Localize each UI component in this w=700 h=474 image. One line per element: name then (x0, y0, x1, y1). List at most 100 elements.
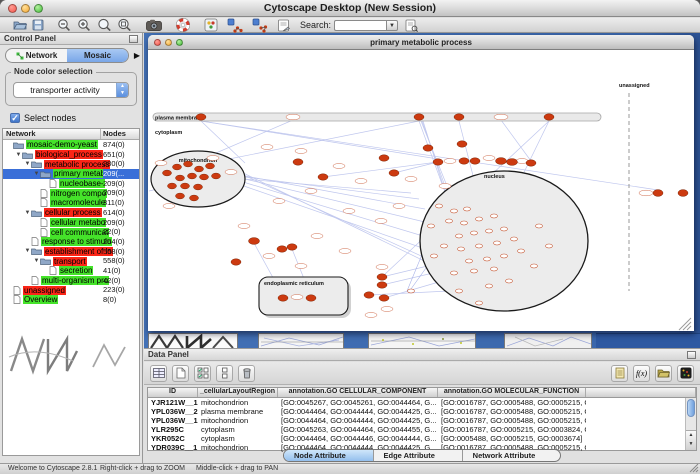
tree-row[interactable]: secretion 41(0) (3, 266, 139, 276)
column-header[interactable]: _cellularLayoutRegion (198, 388, 278, 397)
tree-row[interactable]: unassigned 223(0) (3, 285, 139, 295)
cell-cellular-component[interactable]: [GO:0045263, GO:0044464, GO:0044455, G..… (278, 425, 438, 434)
tree-row[interactable]: cell communicat 22(0) (3, 227, 139, 237)
scrollbar-arrows[interactable]: ▲▼ (686, 430, 696, 450)
select-nodes-checkbox[interactable]: ✓ (10, 113, 20, 123)
node-color-select[interactable]: transporter activity ▲▼ (13, 82, 129, 98)
zoom-out-icon[interactable] (57, 18, 71, 32)
cell-region[interactable]: mitochondrion (198, 443, 278, 452)
tree-row[interactable]: ▼ biological_process 651(0) (3, 150, 139, 160)
expander-icon[interactable]: ▼ (33, 258, 40, 264)
tab-node-attribute-browser[interactable]: Node Attribute Browser (284, 450, 374, 461)
help-icon[interactable] (176, 18, 190, 32)
table-scrollbar[interactable]: ▲▼ (685, 398, 696, 450)
vizmapper-icon[interactable] (204, 18, 218, 32)
cell-region[interactable]: plasma membrane (198, 407, 278, 416)
cell-region[interactable]: mitochondrion (198, 398, 278, 407)
background-window-fragment[interactable] (258, 333, 344, 348)
cell-molecular-function[interactable]: [GO:0016787, GO:0005215, GO:0003824, G..… (438, 425, 586, 434)
search-dropdown-icon[interactable]: ▼ (386, 20, 398, 31)
matrix-icon[interactable] (677, 365, 694, 382)
network-window-titlebar[interactable]: primary metabolic process (148, 35, 694, 50)
column-header[interactable]: ID (148, 388, 198, 397)
import-attributes-icon[interactable] (655, 365, 672, 382)
cell-cellular-component[interactable]: [GO:0044464, GO:0044444, GO:0044425, G..… (278, 416, 438, 425)
zoom-fit-icon[interactable] (97, 18, 112, 32)
tree-row[interactable]: nitrogen compo 209(0) (3, 188, 139, 198)
expander-icon[interactable]: ▼ (24, 161, 31, 167)
cell-cellular-component[interactable]: [GO:0044464, GO:0044444, GO:0044425, G..… (278, 407, 438, 416)
tree-row[interactable]: ▼ transport 558(0) (3, 256, 139, 266)
unselect-attributes-icon[interactable] (216, 365, 233, 382)
layout-icon-1[interactable] (227, 18, 243, 32)
column-header[interactable]: annotation.GO MOLECULAR_FUNCTION (438, 388, 586, 397)
tab-network[interactable]: Network (6, 49, 67, 62)
tree-row[interactable]: macromolecule 311(0) (3, 198, 139, 208)
cell-region[interactable]: cytoplasm (198, 434, 278, 443)
tab-mosaic[interactable]: Mosaic (67, 49, 128, 62)
background-window-fragment[interactable] (504, 333, 592, 348)
table-row[interactable]: YKR052C cytoplasm [GO:0044464, GO:004444… (148, 434, 696, 443)
open-icon[interactable] (13, 18, 27, 32)
table-row[interactable]: YPL036W__2 plasma membrane [GO:0044464, … (148, 407, 696, 416)
tree-column-nodes[interactable]: Nodes (101, 129, 139, 139)
cell-molecular-function[interactable]: [GO:0016787, GO:0005488, GO:0005215, G..… (438, 407, 586, 416)
cell-cellular-component[interactable]: [GO:0044464, GO:0044446, GO:0044444, G..… (278, 434, 438, 443)
zoom-selected-icon[interactable] (117, 18, 132, 32)
expander-icon[interactable]: ▼ (24, 248, 31, 254)
new-attribute-icon[interactable] (172, 365, 189, 382)
cell-id[interactable]: YPL036W__1 (148, 416, 198, 425)
cell-molecular-function[interactable]: [GO:0016787, GO:0005488, GO:0005215, G..… (438, 398, 586, 407)
app-titlebar[interactable]: Cytoscape Desktop (New Session) (0, 0, 700, 17)
select-attributes-icon[interactable] (194, 365, 211, 382)
table-row[interactable]: YJR121W__1 mitochondrion [GO:0045267, GO… (148, 398, 696, 407)
search-input[interactable] (334, 20, 386, 31)
expander-icon[interactable]: ▼ (15, 152, 22, 158)
close-icon[interactable] (154, 39, 161, 46)
tree-row[interactable]: ▼ primary metabo 209(... (3, 169, 139, 179)
expander-icon[interactable]: ▼ (24, 210, 31, 216)
zoom-in-icon[interactable] (77, 18, 91, 32)
tab-overflow-arrow-icon[interactable]: ▶ (134, 51, 140, 60)
tab-edge-attribute-browser[interactable]: Edge Attribute Browser (374, 450, 463, 461)
cell-id[interactable]: YJR121W__1 (148, 398, 198, 407)
save-icon[interactable] (32, 18, 44, 32)
window-resize-grip-icon[interactable] (689, 463, 699, 473)
canvas-resize-grip-icon[interactable] (679, 318, 691, 330)
cell-region[interactable]: cytoplasm (198, 425, 278, 434)
formula-icon[interactable]: f(x) (633, 365, 650, 382)
cell-id[interactable]: YLR295C (148, 425, 198, 434)
tree-row[interactable]: nucleobase- 209(0) (3, 179, 139, 189)
delete-attribute-icon[interactable] (238, 365, 255, 382)
cell-id[interactable]: YDR039C__1 (148, 443, 198, 452)
attribute-table-icon[interactable] (150, 365, 167, 382)
float-panel-icon[interactable] (129, 35, 138, 43)
cell-molecular-function[interactable]: [GO:0016787, GO:0005488, GO:0005215, G..… (438, 416, 586, 425)
table-row[interactable]: YPL036W__1 mitochondrion [GO:0044464, GO… (148, 416, 696, 425)
expander-icon[interactable]: ▼ (33, 171, 40, 177)
tree-row[interactable]: ▼ metabolic process 280(0) (3, 159, 139, 169)
layout-icon-2[interactable] (252, 18, 268, 32)
tree-row[interactable]: ▼ establishment of lo 558(0) (3, 247, 139, 257)
cell-region[interactable]: mitochondrion (198, 416, 278, 425)
zoom-window-icon[interactable] (176, 39, 183, 46)
tree-row[interactable]: cellular metabo 209(0) (3, 218, 139, 228)
tree-column-network[interactable]: Network (3, 129, 101, 139)
notes-icon[interactable] (611, 365, 628, 382)
background-window-fragment[interactable] (148, 333, 238, 348)
tree-row[interactable]: response to stimulu 264(0) (3, 237, 139, 247)
minimize-icon[interactable] (165, 39, 172, 46)
annotation-icon[interactable] (277, 18, 290, 32)
search-options-icon[interactable] (405, 18, 418, 32)
table-row[interactable]: YLR295C cytoplasm [GO:0045263, GO:004446… (148, 425, 696, 434)
network-canvas[interactable]: plasma membrane cytoplasm mitochondrion … (149, 51, 693, 331)
tree-row[interactable]: Overview 8(0) (3, 295, 139, 305)
tab-network-attribute-browser[interactable]: Network Attribute Browser (463, 450, 560, 461)
float-panel-icon[interactable] (687, 351, 696, 359)
cell-id[interactable]: YPL036W__2 (148, 407, 198, 416)
scrollbar-thumb[interactable] (687, 399, 695, 417)
network-view-window[interactable]: primary metabolic process (148, 35, 694, 331)
background-window-fragment[interactable] (368, 333, 476, 348)
snapshot-icon[interactable] (146, 18, 162, 32)
cell-id[interactable]: YKR052C (148, 434, 198, 443)
